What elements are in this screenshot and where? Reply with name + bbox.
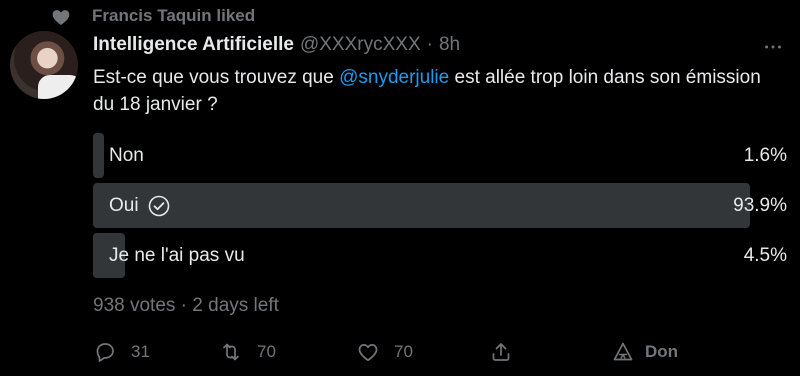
share-icon [492,343,510,361]
poll: Non 1.6% Oui 93.9% Je ne l'ai pas vu 4.5… [93,133,793,283]
heart-icon [52,10,70,26]
tweet-header: Intelligence Artificielle @XXXrycXXX · 8… [93,34,460,58]
poll-meta: 938 votes · 2 days left [93,295,279,316]
poll-option-percent: 1.6% [743,144,787,166]
reply-button[interactable]: 31 [93,338,150,366]
more-icon [765,45,781,49]
poll-option-label: Non [109,145,144,167]
separator: · [426,34,433,55]
like-heart-icon [358,344,378,362]
action-bar: 31 70 70 Don [93,338,793,366]
poll-option-percent: 4.5% [743,244,787,266]
poll-option-percent: 93.9% [733,194,787,216]
poll-option-text: Oui [109,194,139,216]
author-handle[interactable]: @XXXrycXXX [300,34,421,56]
tweet-text-before: Est-ce que vous trouvez que [93,67,340,88]
timestamp[interactable]: 8h [439,34,460,56]
poll-option: Non 1.6% [93,133,793,178]
check-circle-icon [148,195,169,216]
tweet-text: Est-ce que vous trouvez que @snyderjulie… [93,64,773,118]
reply-icon [96,343,114,362]
retweet-count: 70 [257,342,276,361]
like-count: 70 [394,342,413,361]
poll-option-text: Je ne l'ai pas vu [109,244,245,266]
poll-option: Oui 93.9% [93,183,793,228]
more-options-button[interactable] [758,36,788,58]
poll-bar [93,183,751,228]
social-context-text[interactable]: Francis Taquin liked [92,6,255,26]
like-button[interactable]: 70 [356,338,413,366]
poll-bar [93,133,105,178]
mention-link[interactable]: @snyderjulie [339,67,449,88]
author-name[interactable]: Intelligence Artificielle [93,34,294,56]
retweet-button[interactable]: 70 [219,338,276,366]
promote-button[interactable]: Don [611,338,678,366]
retweet-icon [223,343,239,361]
poll-option-label: Je ne l'ai pas vu [109,245,245,267]
poll-option: Je ne l'ai pas vu 4.5% [93,233,793,278]
share-button[interactable] [489,338,513,366]
reply-count: 31 [131,342,150,361]
avatar-shirt [38,75,78,99]
promote-label: Don [645,342,679,361]
avatar[interactable] [10,31,78,99]
promote-icon [613,342,633,361]
poll-option-text: Non [109,144,144,166]
poll-option-label: Oui [109,194,171,218]
